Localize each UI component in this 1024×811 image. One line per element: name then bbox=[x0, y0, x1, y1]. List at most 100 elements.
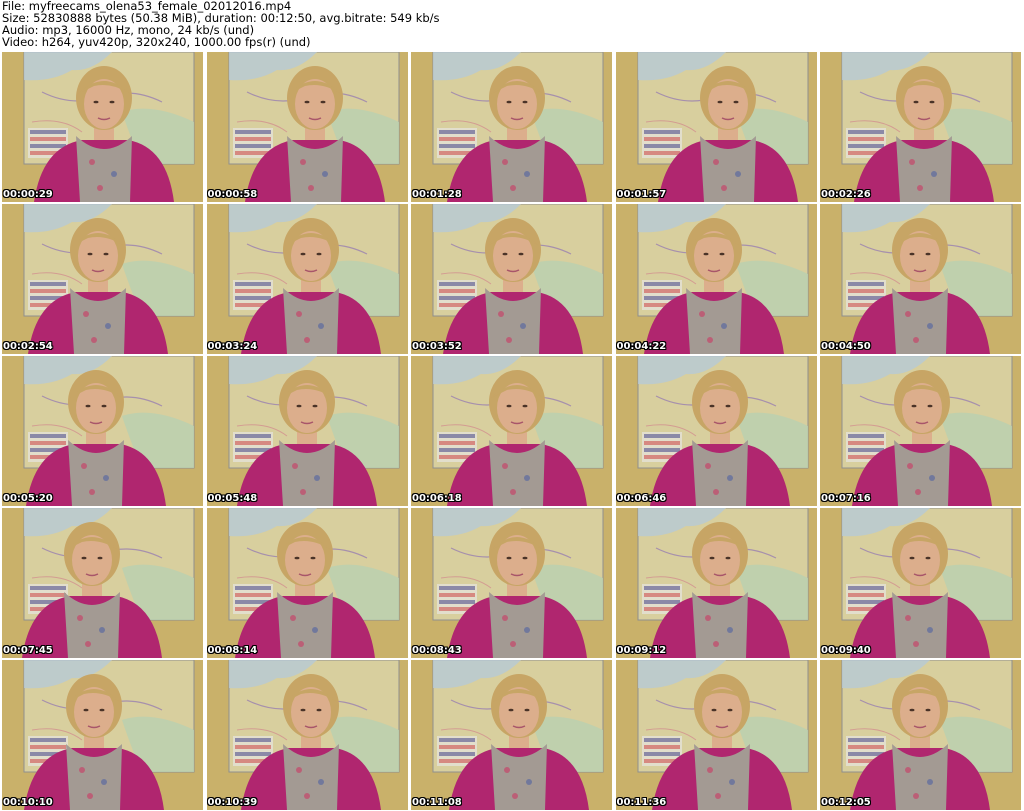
scarf-pattern bbox=[498, 311, 504, 317]
scarf-pattern bbox=[734, 171, 741, 177]
thumbnail-timestamp: 00:01:28 bbox=[412, 189, 462, 200]
scarf-pattern bbox=[87, 793, 93, 799]
map-legend-flags bbox=[439, 130, 475, 134]
scarf-pattern bbox=[712, 641, 719, 647]
map-legend-flags bbox=[643, 586, 680, 590]
scarf-pattern bbox=[289, 615, 296, 621]
person-eye bbox=[109, 100, 115, 104]
person-eye bbox=[709, 556, 714, 560]
scarf-pattern bbox=[524, 627, 530, 633]
video-frame-image bbox=[820, 660, 1021, 810]
map-legend-flags bbox=[643, 289, 680, 293]
video-thumbnail: 00:07:16 bbox=[820, 356, 1021, 506]
scarf-pattern bbox=[524, 475, 530, 481]
video-frame-image bbox=[206, 204, 408, 354]
video-thumbnail: 00:05:48 bbox=[206, 356, 408, 506]
scarf-pattern bbox=[502, 159, 508, 165]
scarf-pattern bbox=[714, 793, 721, 799]
scarf-pattern bbox=[303, 337, 310, 343]
video-thumbnail: 00:09:40 bbox=[820, 508, 1021, 658]
scarf-pattern bbox=[917, 185, 923, 191]
scarf-pattern bbox=[726, 475, 733, 481]
thumbnail-timestamp: 00:03:52 bbox=[412, 341, 462, 352]
scarf-pattern bbox=[89, 159, 95, 165]
map-legend-flags bbox=[848, 282, 884, 286]
video-thumbnail: 00:11:08 bbox=[411, 660, 612, 810]
person-eye bbox=[709, 404, 714, 408]
thumbnail-timestamp: 00:11:36 bbox=[616, 797, 667, 808]
person-eye bbox=[925, 708, 931, 712]
scarf-pattern bbox=[913, 641, 919, 647]
video-thumbnail: 00:01:28 bbox=[411, 52, 612, 202]
thumbnail-timestamp: 00:02:26 bbox=[821, 189, 871, 200]
scarf-pattern bbox=[728, 779, 735, 785]
thumbnail-timestamp: 00:01:57 bbox=[616, 189, 667, 200]
person-eye bbox=[927, 404, 933, 408]
map-legend-flags bbox=[234, 282, 271, 286]
video-frame-image bbox=[820, 356, 1021, 506]
video-frame-image bbox=[2, 508, 203, 658]
person-eye bbox=[85, 404, 91, 408]
person-eye bbox=[522, 404, 528, 408]
map-legend-flags bbox=[643, 130, 680, 134]
scarf-pattern bbox=[299, 159, 306, 165]
scarf-pattern bbox=[510, 489, 516, 495]
map-legend-flags bbox=[848, 448, 884, 452]
map-legend-flags bbox=[234, 586, 271, 590]
person-eye bbox=[909, 252, 915, 256]
scarf-pattern bbox=[97, 185, 103, 191]
person-eye bbox=[522, 100, 528, 104]
map-legend-flags bbox=[234, 738, 271, 742]
scarf-pattern bbox=[905, 767, 911, 773]
video-thumbnail: 00:10:39 bbox=[206, 660, 408, 810]
scarf-pattern bbox=[905, 311, 911, 317]
thumbnail-timestamp: 00:11:08 bbox=[412, 797, 462, 808]
scarf-pattern bbox=[915, 489, 921, 495]
video-thumbnail: 00:01:57 bbox=[615, 52, 817, 202]
scarf-pattern bbox=[317, 779, 324, 785]
map-legend-flags bbox=[234, 745, 271, 749]
thumbnail-timestamp: 00:03:24 bbox=[207, 341, 258, 352]
scarf-pattern bbox=[927, 627, 933, 633]
map-legend-flags bbox=[848, 586, 884, 590]
map-legend-flags bbox=[234, 752, 271, 756]
scarf-pattern bbox=[311, 627, 318, 633]
map-legend-flags bbox=[643, 738, 680, 742]
person-eye bbox=[93, 100, 99, 104]
video-thumbnail: 00:09:12 bbox=[615, 508, 817, 658]
scarf-pattern bbox=[720, 323, 727, 329]
person-eye bbox=[522, 556, 528, 560]
map-legend-flags bbox=[439, 752, 475, 756]
map-legend-flags bbox=[643, 434, 680, 438]
scarf-pattern bbox=[704, 615, 711, 621]
scarf-pattern bbox=[927, 779, 933, 785]
map-legend-flags bbox=[439, 289, 475, 293]
scarf-pattern bbox=[502, 463, 508, 469]
scarf-pattern bbox=[526, 779, 532, 785]
video-thumbnail: 00:10:10 bbox=[2, 660, 203, 810]
video-frame-image bbox=[411, 52, 612, 202]
person-eye bbox=[518, 252, 524, 256]
video-frame-image bbox=[615, 52, 817, 202]
thumbnail-timestamp: 00:04:22 bbox=[616, 341, 667, 352]
video-frame-image bbox=[820, 204, 1021, 354]
thumbnail-timestamp: 00:05:20 bbox=[3, 493, 53, 504]
person-eye bbox=[911, 404, 917, 408]
map-legend-flags bbox=[643, 144, 680, 148]
video-thumbnail: 00:04:50 bbox=[820, 204, 1021, 354]
person-eye bbox=[83, 708, 89, 712]
person-eye bbox=[300, 708, 305, 712]
video-frame-image bbox=[206, 660, 408, 810]
person-eye bbox=[99, 708, 105, 712]
video-frame-image bbox=[615, 508, 817, 658]
thumbnail-timestamp: 00:12:05 bbox=[821, 797, 871, 808]
person-eye bbox=[300, 252, 305, 256]
map-legend-flags bbox=[643, 600, 680, 604]
map-legend-flags bbox=[234, 296, 271, 300]
thumbnail-timestamp: 00:10:10 bbox=[3, 797, 53, 808]
scarf-pattern bbox=[313, 475, 320, 481]
video-thumbnail: 00:05:20 bbox=[2, 356, 203, 506]
map-legend-flags bbox=[234, 441, 271, 445]
scarf-pattern bbox=[105, 323, 111, 329]
thumbnail-timestamp: 00:10:39 bbox=[207, 797, 258, 808]
